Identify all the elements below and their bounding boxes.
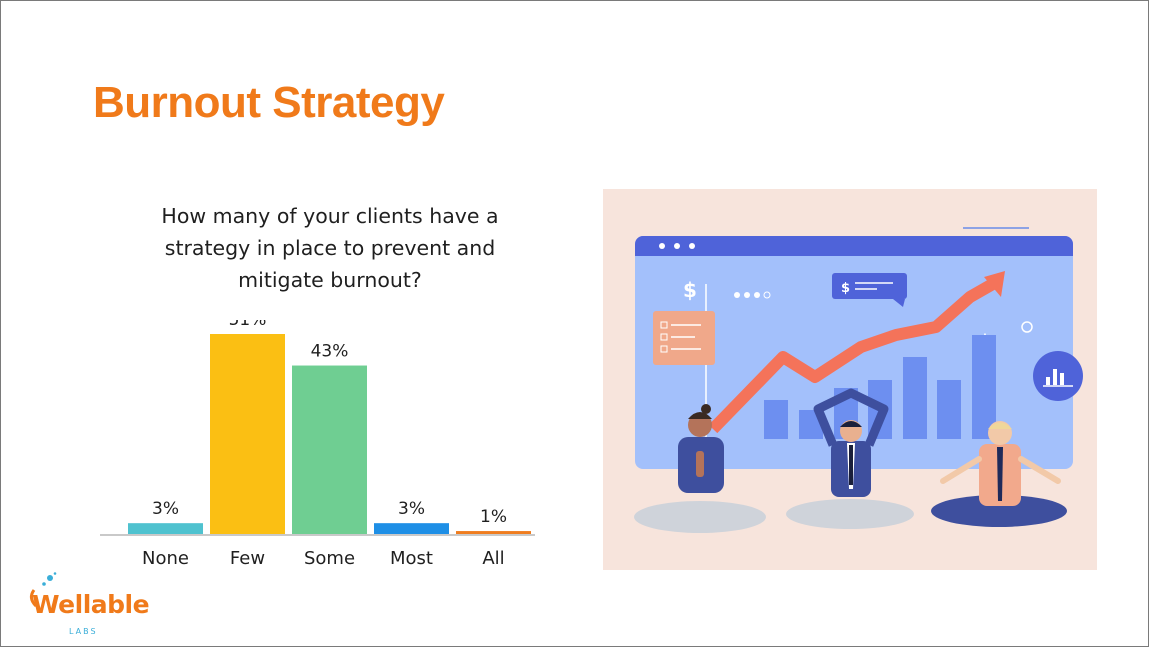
- wellable-logo: Wellable LABS: [14, 572, 154, 644]
- slide-title: Burnout Strategy: [93, 78, 445, 127]
- logo-wordmark: Wellable: [32, 590, 150, 619]
- bar-some: [292, 365, 367, 535]
- bar-chart: 3% None 51% Few 43% Some 3% Most 1% All: [100, 320, 535, 569]
- category-label: Some: [304, 548, 355, 569]
- bar-none: [128, 523, 203, 535]
- window-dot: [674, 243, 680, 249]
- dollar-icon: $: [683, 278, 697, 302]
- bars-group: 3% None 51% Few 43% Some 3% Most 1% All: [128, 320, 531, 569]
- meditation-illustration: $ $ $: [603, 189, 1097, 570]
- bar-value-label: 3%: [398, 499, 425, 519]
- checklist-icon: [653, 311, 715, 365]
- category-label: Few: [230, 548, 265, 569]
- chart-question: How many of your clients have a strategy…: [161, 204, 499, 292]
- bubble-dollar: $: [841, 281, 850, 296]
- category-label: None: [142, 548, 189, 569]
- bar-value-label: 3%: [152, 499, 179, 519]
- bar-value-label: 51%: [229, 320, 267, 330]
- window-dot: [659, 243, 665, 249]
- bar-chart-icon: [1033, 351, 1083, 401]
- bar-value-label: 1%: [480, 507, 507, 527]
- bar-most: [374, 523, 449, 535]
- bar-few: [210, 334, 285, 535]
- category-label: Most: [390, 548, 433, 569]
- window-dot: [689, 243, 695, 249]
- category-label: All: [482, 548, 504, 569]
- logo-subtext: LABS: [69, 627, 98, 636]
- bar-value-label: 43%: [311, 342, 349, 362]
